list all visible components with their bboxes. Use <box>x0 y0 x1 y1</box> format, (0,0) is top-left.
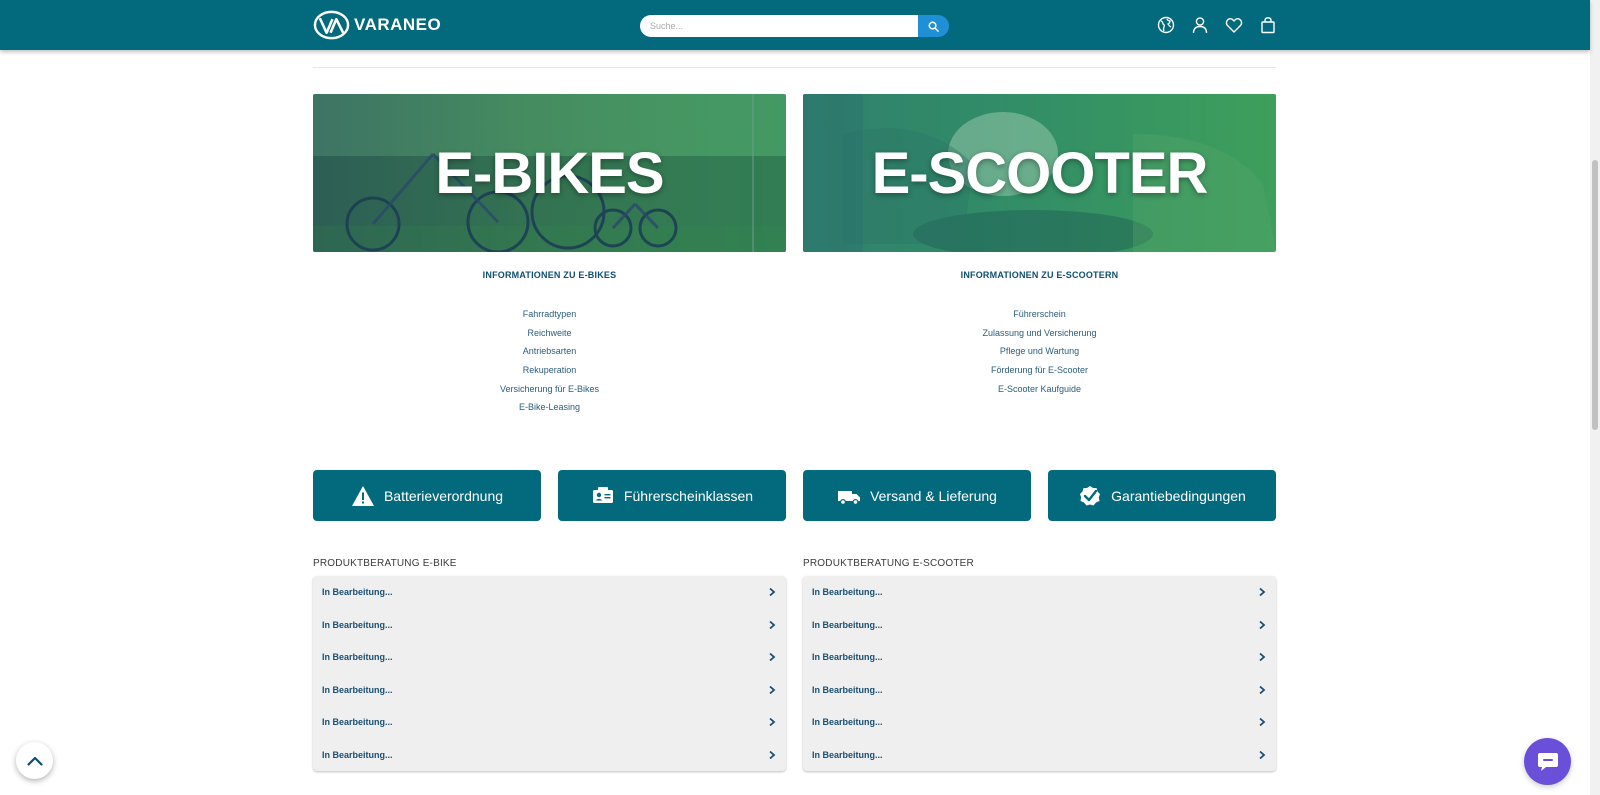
search-bar <box>640 15 949 37</box>
e-scooter-info-heading: INFORMATIONEN ZU E-SCOOTERN <box>960 270 1119 280</box>
chevron-right-icon <box>769 750 776 759</box>
check-badge-icon <box>1080 485 1101 505</box>
info-link-versicherung-e-bikes[interactable]: Versicherung für E-Bikes <box>313 383 786 402</box>
info-link-foerderung-e-scooter[interactable]: Förderung für E-Scooter <box>803 364 1276 383</box>
chevron-up-icon <box>26 756 43 766</box>
list-item-label: In Bearbeitung... <box>322 652 393 663</box>
chevron-right-icon <box>1259 588 1266 597</box>
info-link-antriebsarten[interactable]: Antriebsarten <box>313 345 786 364</box>
chevron-right-icon <box>769 653 776 662</box>
list-item[interactable]: In Bearbeitung... <box>803 739 1276 772</box>
info-link-e-scooter-kaufguide[interactable]: E-Scooter Kaufguide <box>803 383 1276 402</box>
chevron-right-icon <box>769 620 776 629</box>
chevron-right-icon <box>1259 653 1266 662</box>
versand-lieferung-label: Versand & Lieferung <box>870 487 997 504</box>
list-item-label: In Bearbeitung... <box>812 717 883 728</box>
chevron-right-icon <box>769 685 776 694</box>
scrollbar-thumb[interactable] <box>1592 160 1598 430</box>
chevron-right-icon <box>1259 685 1266 694</box>
search-icon <box>928 21 939 32</box>
info-link-fahrradtypen[interactable]: Fahrradtypen <box>313 308 786 327</box>
garantiebedingungen-label: Garantiebedingungen <box>1111 487 1246 504</box>
info-link-zulassung-versicherung[interactable]: Zulassung und Versicherung <box>803 327 1276 346</box>
list-item[interactable]: In Bearbeitung... <box>803 706 1276 739</box>
produktberatung-e-bike-title: PRODUKTBERATUNG E-BIKE <box>313 558 457 569</box>
chevron-right-icon <box>769 718 776 727</box>
produktberatung-e-scooter-list: In Bearbeitung... In Bearbeitung... In B… <box>803 576 1276 771</box>
list-item-label: In Bearbeitung... <box>812 684 883 695</box>
fuehrerscheinklassen-label: Führerscheinklassen <box>623 487 754 504</box>
info-link-rekuperation[interactable]: Rekuperation <box>313 364 786 383</box>
list-item[interactable]: In Bearbeitung... <box>313 674 786 707</box>
globe-icon[interactable] <box>1157 16 1175 34</box>
warning-icon <box>351 485 374 506</box>
info-link-e-bike-leasing[interactable]: E-Bike-Leasing <box>313 401 786 420</box>
chevron-right-icon <box>1259 620 1266 629</box>
list-item-label: In Bearbeitung... <box>322 587 393 598</box>
list-item[interactable]: In Bearbeitung... <box>803 609 1276 642</box>
section-divider <box>313 67 1276 68</box>
list-item[interactable]: In Bearbeitung... <box>803 576 1276 609</box>
list-item[interactable]: In Bearbeitung... <box>313 576 786 609</box>
chat-button[interactable] <box>1524 738 1571 785</box>
list-item[interactable]: In Bearbeitung... <box>803 641 1276 674</box>
e-bikes-info-heading: INFORMATIONEN ZU E-BIKES <box>482 270 617 280</box>
brand-logo[interactable]: VARANEO <box>313 10 441 40</box>
list-item-label: In Bearbeitung... <box>812 749 883 760</box>
chevron-right-icon <box>1259 718 1266 727</box>
list-item[interactable]: In Bearbeitung... <box>313 739 786 772</box>
list-item-label: In Bearbeitung... <box>812 619 883 630</box>
list-item-label: In Bearbeitung... <box>812 587 883 598</box>
chevron-right-icon <box>769 588 776 597</box>
user-icon[interactable] <box>1191 16 1209 34</box>
fuehrerscheinklassen-button[interactable]: Führerscheinklassen <box>558 470 786 521</box>
e-scooter-info-links: Führerschein Zulassung und Versicherung … <box>803 308 1276 401</box>
info-link-pflege-wartung[interactable]: Pflege und Wartung <box>803 345 1276 364</box>
search-input[interactable] <box>640 15 918 37</box>
produktberatung-e-bike-list: In Bearbeitung... In Bearbeitung... In B… <box>313 576 786 771</box>
brand-name: VARANEO <box>354 15 442 34</box>
info-link-fuehrerschein[interactable]: Führerschein <box>803 308 1276 327</box>
e-bikes-info-links: Fahrradtypen Reichweite Antriebsarten Re… <box>313 308 786 420</box>
batterieverordnung-label: Batterieverordnung <box>383 487 504 504</box>
e-bikes-banner[interactable]: E-BIKES <box>313 94 786 252</box>
search-button[interactable] <box>918 15 949 37</box>
shopping-bag-icon[interactable] <box>1259 16 1277 34</box>
garantiebedingungen-button[interactable]: Garantiebedingungen <box>1048 470 1276 521</box>
e-bikes-banner-title: E-BIKES <box>435 140 664 206</box>
e-scooter-banner[interactable]: E-SCOOTER <box>803 94 1276 252</box>
chevron-right-icon <box>1259 750 1266 759</box>
list-item[interactable]: In Bearbeitung... <box>803 674 1276 707</box>
list-item-label: In Bearbeitung... <box>322 619 393 630</box>
list-item-label: In Bearbeitung... <box>322 717 393 728</box>
versand-lieferung-button[interactable]: Versand & Lieferung <box>803 470 1031 521</box>
e-scooter-info: INFORMATIONEN ZU E-SCOOTERN Führerschein… <box>803 270 1276 401</box>
info-link-reichweite[interactable]: Reichweite <box>313 327 786 346</box>
header-icons <box>1157 16 1277 34</box>
heart-icon[interactable] <box>1225 16 1243 34</box>
list-item[interactable]: In Bearbeitung... <box>313 641 786 674</box>
e-bikes-info: INFORMATIONEN ZU E-BIKES Fahrradtypen Re… <box>313 270 786 420</box>
list-item[interactable]: In Bearbeitung... <box>313 609 786 642</box>
list-item-label: In Bearbeitung... <box>322 749 393 760</box>
chat-bubble-icon <box>1537 752 1558 771</box>
produktberatung-e-scooter-title: PRODUKTBERATUNG E-SCOOTER <box>803 558 974 569</box>
list-item-label: In Bearbeitung... <box>322 684 393 695</box>
site-header: VARANEO <box>0 0 1590 50</box>
varaneo-logo-icon <box>313 10 350 40</box>
back-to-top-button[interactable] <box>16 742 53 779</box>
list-item[interactable]: In Bearbeitung... <box>313 706 786 739</box>
truck-icon <box>838 490 861 505</box>
list-item-label: In Bearbeitung... <box>812 652 883 663</box>
batterieverordnung-button[interactable]: Batterieverordnung <box>313 470 541 521</box>
id-card-icon <box>592 486 613 503</box>
e-scooter-banner-title: E-SCOOTER <box>871 140 1209 206</box>
page-scrollbar[interactable] <box>1590 0 1600 795</box>
